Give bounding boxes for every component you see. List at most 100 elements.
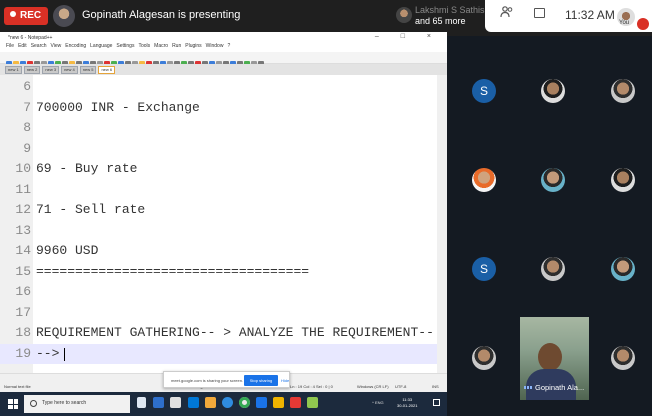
menu-item-settings[interactable]: Settings — [116, 43, 134, 49]
mail-icon[interactable] — [188, 397, 199, 408]
meet-top-bar: REC Gopinath Alagesan is presenting Laks… — [0, 0, 652, 36]
line-text: 71 - Sell rate — [36, 202, 146, 217]
menu-item-plugins[interactable]: Plugins — [185, 43, 201, 49]
editor-line[interactable]: 19 --> — [0, 343, 447, 364]
menu-item-language[interactable]: Language — [90, 43, 112, 49]
participants-summary[interactable]: Lakshmi S Sathish and 65 more — [415, 5, 490, 27]
editor-line[interactable]: 9 — [0, 139, 447, 160]
system-tray-text[interactable]: ^ ENG — [372, 400, 384, 405]
status-insert-mode: INS — [432, 384, 439, 389]
vertical-scrollbar[interactable] — [437, 75, 447, 373]
notepad-plus-plus-icon[interactable] — [307, 397, 318, 408]
menu-item-view[interactable]: View — [51, 43, 62, 49]
notepad-title: *new 6 - Notepad++ — [8, 35, 53, 41]
notepad-tab-bar: new 1 new 2 new 3 new 4 new 5 new 6 — [0, 64, 447, 75]
tab-new-3[interactable]: new 3 — [42, 66, 60, 74]
participant-avatar — [396, 7, 412, 23]
editor-line[interactable]: 15 =================================== — [0, 262, 447, 283]
tab-new-5[interactable]: new 5 — [79, 66, 97, 74]
status-encoding: UTF-8 — [395, 384, 407, 389]
meeting-clock: 11:32 AM — [565, 8, 615, 22]
screen-share-notice: meet.google.com is sharing your screen. … — [163, 371, 290, 388]
hide-notice-button[interactable]: Hide — [281, 378, 289, 383]
chrome-icon[interactable] — [239, 397, 250, 408]
editor-line[interactable]: 12 71 - Sell rate — [0, 200, 447, 221]
action-center-icon[interactable] — [433, 399, 440, 406]
menu-item-[interactable]: ? — [227, 43, 230, 49]
tab-new-2[interactable]: new 2 — [23, 66, 41, 74]
app-icon-yellow[interactable] — [273, 397, 284, 408]
line-text: =================================== — [36, 263, 310, 279]
teams-icon[interactable] — [256, 397, 267, 408]
taskbar-search-box[interactable]: Type here to search — [24, 395, 130, 413]
editor-line[interactable]: 8 — [0, 118, 447, 139]
taskbar-date: 30-01-2021 — [397, 403, 418, 408]
participant-initial-avatar[interactable]: S — [472, 257, 496, 281]
task-view-icon[interactable] — [137, 397, 146, 408]
line-text: 69 - Buy rate — [36, 161, 138, 176]
editor-line[interactable]: 7 700000 INR - Exchange — [0, 98, 447, 119]
participant-avatar[interactable] — [541, 79, 565, 103]
menu-item-file[interactable]: File — [6, 43, 14, 49]
participant-avatar[interactable] — [541, 257, 565, 281]
status-file-type: Normal text file — [4, 384, 31, 389]
window-controls[interactable]: – □ × — [375, 33, 441, 40]
edge-icon[interactable] — [222, 397, 233, 408]
menu-item-encoding[interactable]: Encoding — [65, 43, 86, 49]
participant-avatar[interactable] — [611, 346, 635, 370]
presenter-face — [538, 343, 562, 371]
windows-start-icon[interactable] — [8, 399, 18, 409]
taskbar-clock[interactable]: 11:33 30-01-2021 — [397, 397, 417, 409]
editor-line[interactable]: 6 — [0, 77, 447, 98]
notepad-toolbar — [0, 52, 447, 67]
share-notice-message: meet.google.com is sharing your screen. — [171, 378, 244, 383]
status-eol: Windows (CR LF) — [357, 384, 389, 389]
participant-avatar[interactable] — [541, 168, 565, 192]
menu-item-window[interactable]: Window — [206, 43, 224, 49]
line-text: --> — [36, 345, 60, 361]
windows-taskbar: Type here to search ^ ENG 11:33 30-01-20… — [0, 392, 447, 416]
menu-item-run[interactable]: Run — [172, 43, 181, 49]
recording-badge: REC — [4, 7, 48, 25]
menu-item-search[interactable]: Search — [31, 43, 47, 49]
presenter-camera-tile[interactable]: Gopinath Ala... — [520, 317, 589, 400]
editor-line[interactable]: 13 — [0, 221, 447, 242]
line-number: 10 — [15, 161, 31, 176]
line-number: 9 — [23, 140, 31, 156]
record-dot-icon — [10, 11, 16, 17]
participant-avatar[interactable] — [472, 346, 496, 370]
store-icon[interactable] — [170, 397, 181, 408]
menu-item-macro[interactable]: Macro — [154, 43, 168, 49]
editor-area[interactable]: 6 7 700000 INR - Exchange 8 9 10 69 - Buy rate… — [0, 75, 447, 373]
file-explorer-icon[interactable] — [153, 397, 164, 408]
menu-item-edit[interactable]: Edit — [18, 43, 27, 49]
participant-grid: Gopinath Ala... S S — [447, 36, 652, 416]
editor-line[interactable]: 14 9960 USD — [0, 241, 447, 262]
self-label: You — [619, 20, 630, 26]
notification-dot-icon — [637, 18, 649, 30]
folder-icon[interactable] — [205, 397, 216, 408]
editor-line[interactable]: 18 REQUIREMENT GATHERING-- > ANALYZE THE … — [0, 323, 447, 344]
tab-new-1[interactable]: new 1 — [5, 66, 22, 74]
editor-line[interactable]: 17 — [0, 303, 447, 324]
editor-line[interactable]: 16 — [0, 282, 447, 303]
participant-avatar[interactable] — [611, 168, 635, 192]
tab-new-4[interactable]: new 4 — [61, 66, 78, 74]
line-number: 11 — [15, 181, 31, 197]
participant-avatar[interactable] — [611, 257, 635, 281]
chat-icon[interactable] — [534, 8, 545, 18]
line-number: 6 — [23, 79, 31, 94]
participant-avatar[interactable] — [472, 168, 496, 192]
tab-new-6[interactable]: new 6 — [98, 66, 116, 74]
stop-sharing-button[interactable]: Stop sharing — [244, 375, 278, 386]
line-number: 8 — [23, 120, 31, 135]
editor-line[interactable]: 10 69 - Buy rate — [0, 159, 447, 180]
participant-initial-avatar[interactable]: S — [472, 79, 496, 103]
app-icon-red[interactable] — [290, 397, 301, 408]
people-icon[interactable] — [500, 6, 514, 18]
taskbar-search-placeholder: Type here to search — [42, 400, 87, 406]
camera-tile-name-text: Gopinath Ala... — [535, 383, 585, 392]
participant-avatar[interactable] — [611, 79, 635, 103]
menu-item-tools[interactable]: Tools — [138, 43, 150, 49]
editor-line[interactable]: 11 — [0, 180, 447, 201]
